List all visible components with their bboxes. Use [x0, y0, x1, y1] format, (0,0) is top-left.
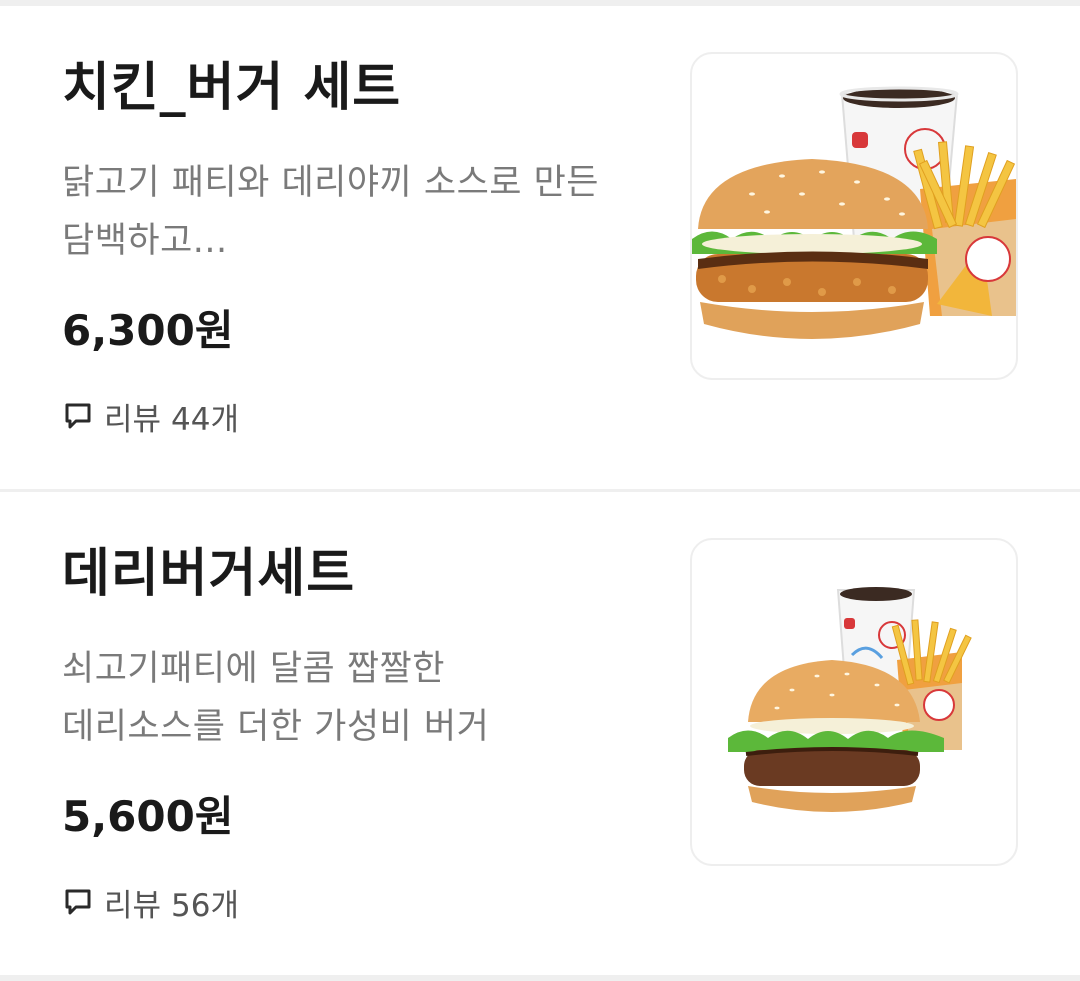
menu-item-chicken-burger-set[interactable]: 치킨_버거 세트 닭고기 패티와 데리야끼 소스로 만든 담백하고... 6,3… — [0, 6, 1080, 489]
menu-item-name: 치킨_버거 세트 — [62, 58, 402, 118]
review-label: 리뷰 — [104, 401, 162, 438]
speech-bubble-icon — [62, 400, 94, 432]
review-link[interactable]: 리뷰 56개 — [62, 880, 239, 924]
speech-bubble-icon — [62, 886, 94, 918]
menu-item-price: 6,300원 — [62, 306, 234, 355]
menu-item-description: 닭고기 패티와 데리야끼 소스로 만든 담백하고... — [62, 154, 662, 270]
review-count: 44개 — [171, 401, 240, 438]
description-line: 쇠고기패티에 달콤 짭짤한 — [62, 649, 445, 689]
chicken-burger-set-photo[interactable] — [690, 52, 1018, 380]
menu-item-description: 쇠고기패티에 달콤 짭짤한 데리소스를 더한 가성비 버거 — [62, 640, 662, 756]
menu-item-teri-burger-set[interactable]: 데리버거세트 쇠고기패티에 달콤 짭짤한 데리소스를 더한 가성비 버거 5,6… — [0, 492, 1080, 975]
menu-item-name: 데리버거세트 — [62, 544, 356, 604]
menu-item-price: 5,600원 — [62, 792, 234, 841]
review-count: 56개 — [171, 887, 240, 924]
description-line: 데리소스를 더한 가성비 버거 — [62, 707, 490, 747]
menu-list: 치킨_버거 세트 닭고기 패티와 데리야끼 소스로 만든 담백하고... 6,3… — [0, 0, 1080, 981]
description-line: 담백하고... — [62, 221, 228, 261]
description-line: 닭고기 패티와 데리야끼 소스로 만든 — [62, 163, 600, 203]
review-link[interactable]: 리뷰 44개 — [62, 394, 239, 438]
review-label: 리뷰 — [104, 887, 162, 924]
teri-burger-set-photo[interactable] — [690, 538, 1018, 866]
